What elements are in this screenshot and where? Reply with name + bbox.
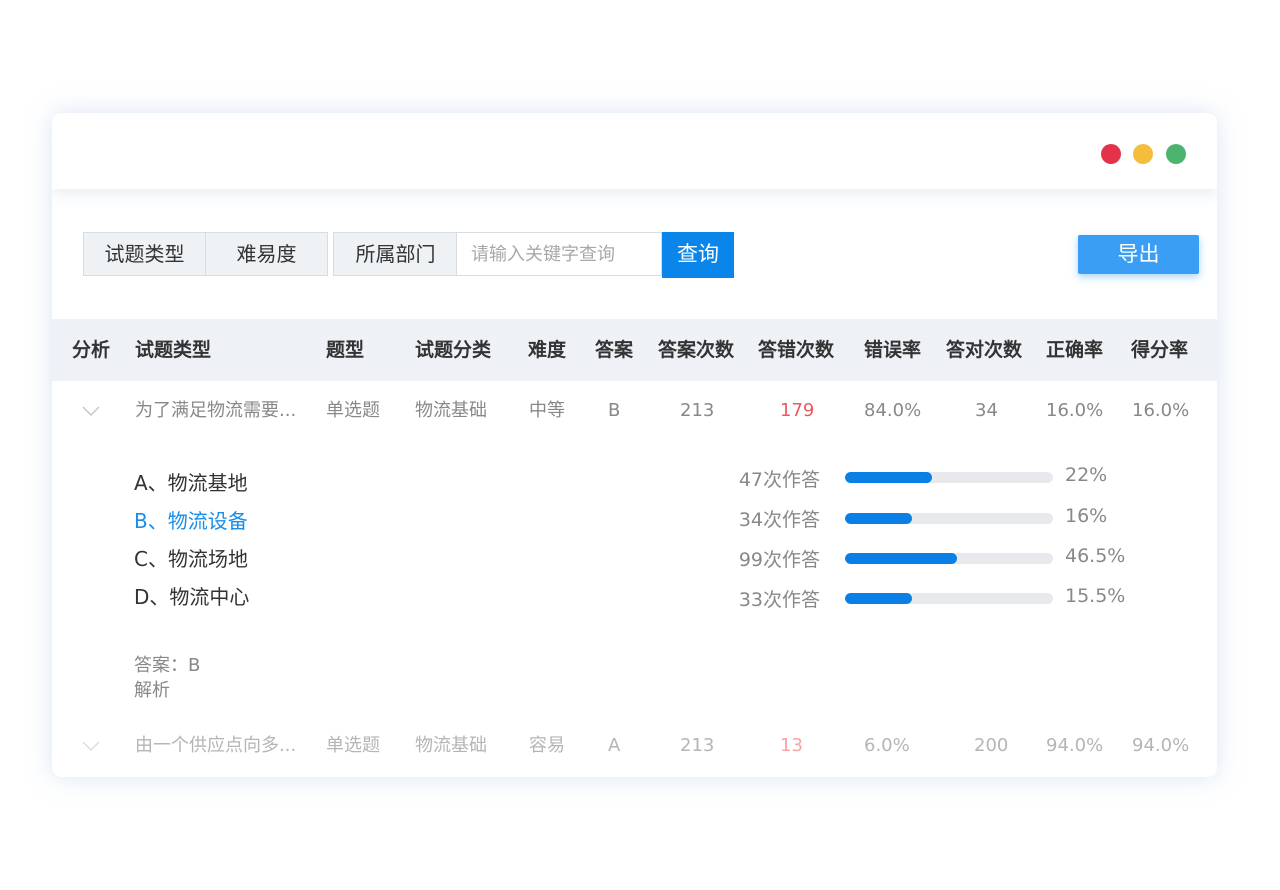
row-correct-count: 200 [974, 735, 1009, 756]
row-score-rate: 16.0% [1132, 400, 1190, 421]
department-filter[interactable]: 所属部门 [333, 232, 457, 276]
option-b-progress [845, 513, 1053, 524]
header-difficulty: 难度 [528, 339, 567, 361]
row-kind: 单选题 [326, 400, 380, 421]
minimize-window-button[interactable] [1133, 144, 1153, 164]
option-c-progress [845, 553, 1053, 564]
query-button[interactable]: 查询 [662, 232, 734, 278]
title-bar [52, 113, 1217, 189]
row-question: 由一个供应点向多... [135, 735, 297, 756]
row-wrong-count: 13 [780, 735, 803, 756]
table-row[interactable]: 为了满足物流需要... 单选题 物流基础 中等 B 213 179 84.0% … [52, 381, 1217, 441]
option-b: B、物流设备 [134, 509, 248, 533]
option-a: A、物流基地 [134, 471, 248, 495]
maximize-window-button[interactable] [1166, 144, 1186, 164]
header-correct-rate: 正确率 [1046, 339, 1104, 361]
option-c-count: 99次作答 [738, 549, 820, 571]
header-answer-count: 答案次数 [658, 339, 735, 361]
header-question: 试题类型 [135, 339, 212, 361]
header-category: 试题分类 [415, 339, 492, 361]
chevron-down-icon[interactable] [82, 738, 100, 752]
row-answer: B [608, 400, 621, 421]
row-error-rate: 6.0% [864, 735, 910, 756]
option-c-progress-fill [845, 553, 958, 564]
row-answer: A [608, 735, 621, 756]
option-d-percent: 15.5% [1065, 585, 1126, 607]
table-header: 分析 试题类型 题型 试题分类 难度 答案 答案次数 答错次数 错误率 答对次数… [52, 319, 1217, 381]
header-answer: 答案 [595, 339, 634, 361]
app-window: 试题类型 难易度 所属部门 查询 导出 分析 试题类型 题型 试题分类 难度 答… [52, 113, 1217, 777]
header-wrong-count: 答错次数 [758, 339, 835, 361]
option-c: C、物流场地 [134, 547, 248, 571]
row-correct-count: 34 [975, 400, 998, 421]
option-a-percent: 22% [1065, 464, 1108, 486]
question-type-filter[interactable]: 试题类型 [83, 232, 206, 276]
row-question: 为了满足物流需要... [135, 400, 297, 421]
option-c-percent: 46.5% [1065, 545, 1126, 567]
difficulty-filter[interactable]: 难易度 [205, 232, 328, 276]
option-d-progress [845, 593, 1053, 604]
option-a-progress [845, 472, 1053, 483]
row-answer-count: 213 [680, 735, 715, 756]
table-row[interactable]: 由一个供应点向多... 单选题 物流基础 容易 A 213 13 6.0% 20… [52, 716, 1217, 776]
row-answer-count: 213 [680, 400, 715, 421]
header-score-rate: 得分率 [1131, 339, 1189, 361]
option-b-count: 34次作答 [738, 509, 820, 531]
header-kind: 题型 [326, 339, 365, 361]
row-error-rate: 84.0% [864, 400, 922, 421]
row-category: 物流基础 [415, 400, 487, 421]
row-difficulty: 中等 [529, 400, 565, 421]
row-kind: 单选题 [326, 735, 380, 756]
answer-text: 答案：B [134, 655, 201, 676]
search-input[interactable] [456, 232, 662, 276]
header-correct-count: 答对次数 [946, 339, 1023, 361]
row-difficulty: 容易 [529, 735, 565, 756]
option-d-count: 33次作答 [738, 589, 820, 611]
option-b-percent: 16% [1065, 505, 1108, 527]
option-d-progress-fill [845, 593, 912, 604]
option-b-progress-fill [845, 513, 912, 524]
row-correct-rate: 94.0% [1046, 735, 1104, 756]
option-d: D、物流中心 [134, 585, 250, 609]
row-wrong-count: 179 [780, 400, 815, 421]
header-error-rate: 错误率 [864, 339, 922, 361]
close-window-button[interactable] [1101, 144, 1121, 164]
chevron-down-icon[interactable] [82, 403, 100, 417]
row-category: 物流基础 [415, 735, 487, 756]
header-analysis: 分析 [72, 339, 111, 361]
option-a-count: 47次作答 [738, 469, 820, 491]
export-button[interactable]: 导出 [1078, 235, 1199, 274]
analysis-label[interactable]: 解析 [134, 676, 170, 702]
row-correct-rate: 16.0% [1046, 400, 1104, 421]
row-score-rate: 94.0% [1132, 735, 1190, 756]
option-a-progress-fill [845, 472, 933, 483]
